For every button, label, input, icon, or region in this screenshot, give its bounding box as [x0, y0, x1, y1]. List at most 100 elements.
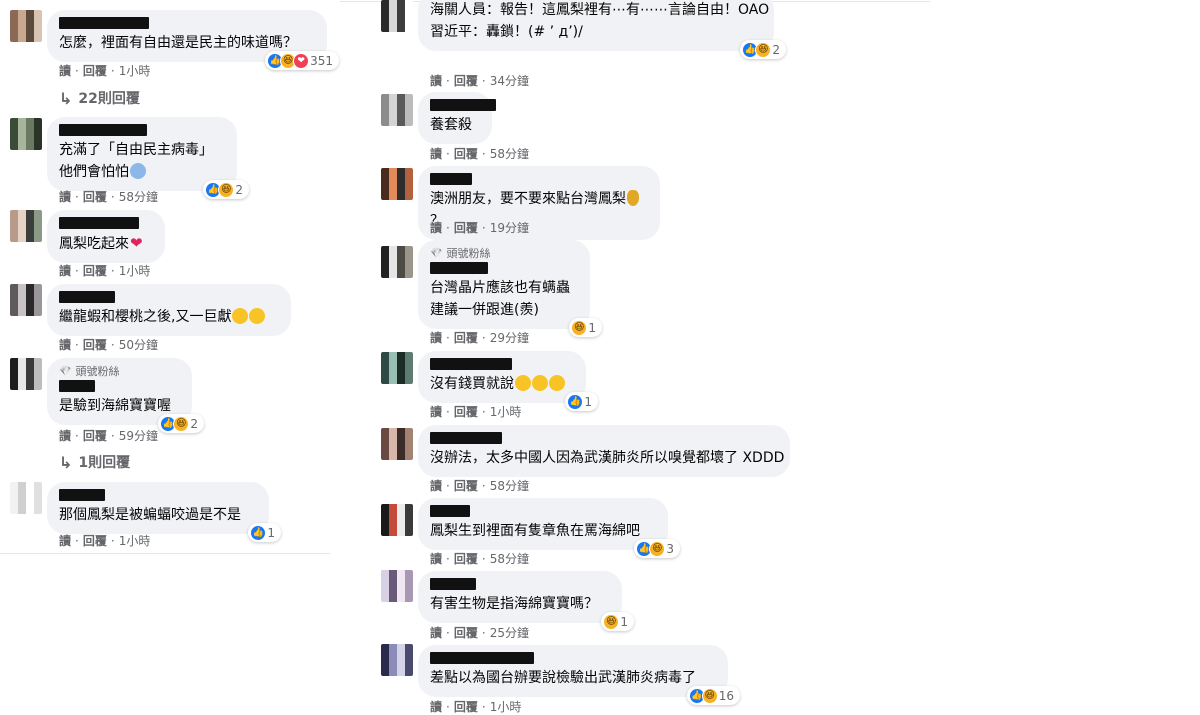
- comment-timestamp[interactable]: 1小時: [119, 534, 151, 548]
- commenter-avatar[interactable]: [381, 352, 413, 384]
- read-button[interactable]: 讀: [59, 190, 71, 204]
- comment-actions: 讀 · 回覆 · 50分鐘: [59, 338, 158, 352]
- comment-bubble: 怎麼，裡面有自由還是民主的味道嗎？ 👍 😆 ❤ 351: [47, 10, 339, 70]
- view-replies-link[interactable]: ↳ 22則回覆: [59, 88, 140, 108]
- comment-timestamp[interactable]: 1小時: [490, 405, 522, 419]
- read-button[interactable]: 讀: [430, 74, 442, 88]
- commenter-name-redacted[interactable]: [59, 380, 95, 392]
- reply-button[interactable]: 回覆: [454, 700, 478, 714]
- reaction-summary[interactable]: 👍 😆 2: [203, 180, 249, 199]
- reply-button[interactable]: 回覆: [83, 534, 107, 548]
- comment-timestamp[interactable]: 34分鐘: [490, 74, 529, 88]
- comment-timestamp[interactable]: 59分鐘: [119, 429, 158, 443]
- commenter-name-redacted[interactable]: [59, 489, 105, 501]
- reaction-count: 2: [190, 416, 198, 431]
- comment-timestamp[interactable]: 58分鐘: [490, 147, 529, 161]
- reaction-summary[interactable]: 😆 1: [601, 612, 634, 631]
- avatar-pixel-block: [389, 94, 397, 126]
- commenter-name-redacted[interactable]: [430, 358, 512, 370]
- reply-button[interactable]: 回覆: [454, 626, 478, 640]
- reaction-summary[interactable]: 👍 😆 2: [740, 40, 786, 59]
- read-button[interactable]: 讀: [430, 700, 442, 714]
- reply-button[interactable]: 回覆: [454, 74, 478, 88]
- left-column-divider: [0, 553, 330, 554]
- reaction-summary[interactable]: 👍 1: [565, 392, 598, 411]
- avatar-pixel-block: [10, 118, 18, 150]
- commenter-avatar[interactable]: [381, 570, 413, 602]
- read-button[interactable]: 讀: [430, 552, 442, 566]
- read-button[interactable]: 讀: [430, 331, 442, 345]
- read-button[interactable]: 讀: [59, 534, 71, 548]
- read-button[interactable]: 讀: [59, 64, 71, 78]
- commenter-name-redacted[interactable]: [430, 262, 488, 274]
- like-reaction-icon: 👍: [250, 524, 267, 541]
- avatar-pixel-block: [18, 118, 26, 150]
- read-button[interactable]: 讀: [59, 264, 71, 278]
- commenter-name-redacted[interactable]: [59, 124, 147, 136]
- reply-button[interactable]: 回覆: [83, 338, 107, 352]
- view-replies-link[interactable]: ↳ 1則回覆: [59, 452, 130, 472]
- commenter-avatar[interactable]: [381, 504, 413, 536]
- reaction-summary[interactable]: 👍 😆 ❤ 351: [265, 51, 339, 70]
- reply-button[interactable]: 回覆: [454, 221, 478, 235]
- avatar-pixel-block: [397, 94, 405, 126]
- commenter-avatar[interactable]: [381, 0, 413, 32]
- read-button[interactable]: 讀: [59, 429, 71, 443]
- reply-button[interactable]: 回覆: [454, 147, 478, 161]
- comment-timestamp[interactable]: 1小時: [119, 64, 151, 78]
- reply-button[interactable]: 回覆: [83, 64, 107, 78]
- commenter-avatar[interactable]: [381, 168, 413, 200]
- commenter-name-redacted[interactable]: [59, 291, 115, 303]
- comment-bubble: 鳳梨生到裡面有隻章魚在罵海綿吧 👍 😆 3: [418, 498, 680, 558]
- reply-button[interactable]: 回覆: [83, 429, 107, 443]
- commenter-avatar[interactable]: [381, 94, 413, 126]
- commenter-name-redacted[interactable]: [59, 217, 139, 229]
- commenter-name-redacted[interactable]: [430, 99, 496, 111]
- comment-timestamp[interactable]: 58分鐘: [490, 479, 529, 493]
- comment-timestamp[interactable]: 1小時: [490, 700, 522, 714]
- commenter-avatar[interactable]: [10, 10, 42, 42]
- comment-text-line: 建議一併跟進(羨): [430, 302, 539, 318]
- commenter-name-redacted[interactable]: [430, 505, 470, 517]
- read-button[interactable]: 讀: [430, 405, 442, 419]
- comment-timestamp[interactable]: 25分鐘: [490, 626, 529, 640]
- reply-button[interactable]: 回覆: [454, 552, 478, 566]
- comment-timestamp[interactable]: 19分鐘: [490, 221, 529, 235]
- read-button[interactable]: 讀: [430, 626, 442, 640]
- commenter-name-redacted[interactable]: [430, 173, 472, 185]
- comment-timestamp[interactable]: 58分鐘: [490, 552, 529, 566]
- reaction-summary[interactable]: 😆 1: [569, 318, 602, 337]
- commenter-avatar[interactable]: [381, 644, 413, 676]
- commenter-name-redacted[interactable]: [59, 17, 149, 29]
- read-button[interactable]: 讀: [430, 221, 442, 235]
- commenter-avatar[interactable]: [10, 118, 42, 150]
- commenter-avatar[interactable]: [10, 210, 42, 242]
- comment-text-line: 鳳梨生到裡面有隻章魚在罵海綿吧: [430, 523, 640, 539]
- reply-button[interactable]: 回覆: [454, 331, 478, 345]
- reaction-summary[interactable]: 👍 😆 3: [634, 539, 680, 558]
- read-button[interactable]: 讀: [59, 338, 71, 352]
- reply-button[interactable]: 回覆: [83, 190, 107, 204]
- commenter-avatar[interactable]: [381, 428, 413, 460]
- read-button[interactable]: 讀: [430, 147, 442, 161]
- commenter-avatar[interactable]: [381, 246, 413, 278]
- comment-timestamp[interactable]: 50分鐘: [119, 338, 158, 352]
- reply-button[interactable]: 回覆: [454, 479, 478, 493]
- commenter-avatar[interactable]: [10, 482, 42, 514]
- commenter-avatar[interactable]: [10, 358, 42, 390]
- comment-timestamp[interactable]: 29分鐘: [490, 331, 529, 345]
- comment-timestamp[interactable]: 1小時: [119, 264, 151, 278]
- comment-timestamp[interactable]: 58分鐘: [119, 190, 158, 204]
- reaction-summary[interactable]: 👍 😆 2: [158, 414, 204, 433]
- commenter-name-redacted[interactable]: [430, 578, 476, 590]
- reply-button[interactable]: 回覆: [83, 264, 107, 278]
- comment-text-line: 養套殺: [430, 117, 472, 133]
- commenter-name-redacted[interactable]: [430, 652, 534, 664]
- reaction-summary[interactable]: 👍 1: [248, 523, 281, 542]
- reply-button[interactable]: 回覆: [454, 405, 478, 419]
- commenter-avatar[interactable]: [10, 284, 42, 316]
- dot-separator: ·: [75, 338, 79, 352]
- reaction-summary[interactable]: 👍 😆 16: [686, 686, 740, 705]
- read-button[interactable]: 讀: [430, 479, 442, 493]
- commenter-name-redacted[interactable]: [430, 432, 502, 444]
